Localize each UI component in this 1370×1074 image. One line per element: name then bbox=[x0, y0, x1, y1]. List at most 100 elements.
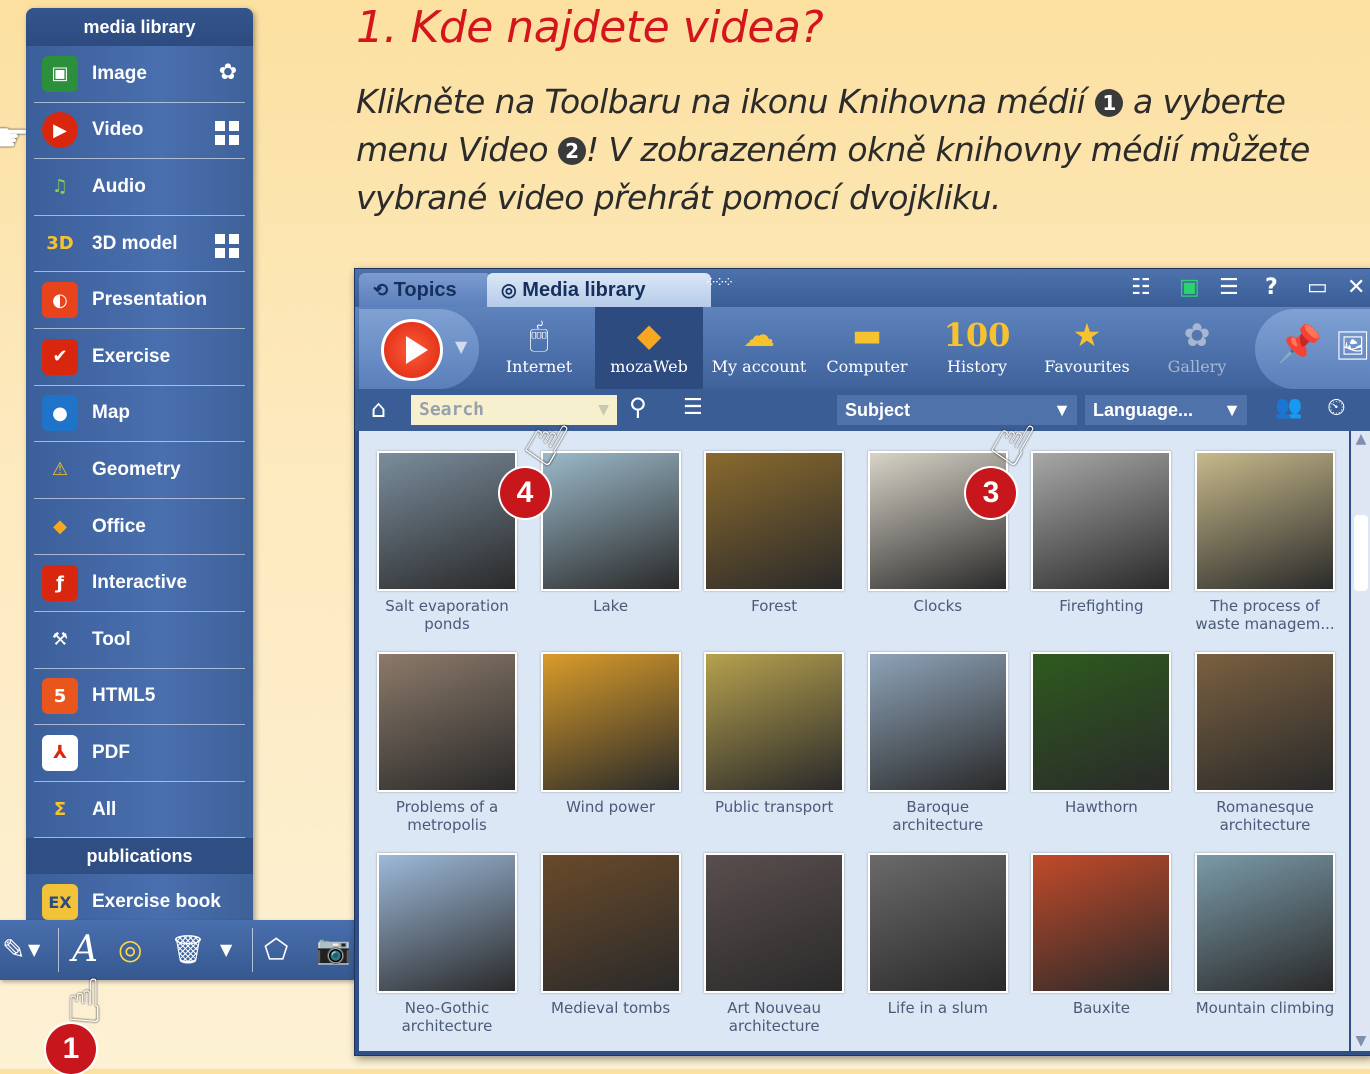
users-icon[interactable]: 👥 bbox=[1275, 395, 1302, 420]
menu-item-image[interactable]: ▣ Image ✿ bbox=[34, 46, 245, 103]
camera-icon[interactable]: 📷 bbox=[316, 930, 351, 970]
media-thumbnail[interactable] bbox=[377, 451, 517, 591]
tab-media-library[interactable]: ◎ Media library bbox=[487, 273, 711, 307]
trash-icon[interactable]: 🗑 bbox=[170, 930, 206, 970]
media-item[interactable]: Art Nouveau architecture bbox=[704, 853, 845, 1035]
gallery-icon[interactable]: ✿ bbox=[215, 60, 241, 86]
media-item[interactable]: Salt evaporation ponds bbox=[377, 451, 517, 633]
ribbon-gallery[interactable]: ✿ Gallery bbox=[1143, 307, 1251, 389]
media-caption: Wind power bbox=[566, 798, 655, 816]
media-thumbnail[interactable] bbox=[377, 853, 517, 993]
media-item[interactable]: Forest bbox=[704, 451, 845, 615]
menu-item-map[interactable]: ● Map bbox=[34, 386, 245, 443]
trash-dropdown-icon[interactable]: ▼ bbox=[220, 930, 232, 970]
menu-item-3d-model[interactable]: 3D 3D model bbox=[34, 216, 245, 273]
list-options-icon[interactable]: ☰ bbox=[683, 395, 703, 420]
close-icon[interactable]: ✕ bbox=[1347, 275, 1365, 300]
media-thumbnail[interactable] bbox=[867, 652, 1008, 792]
media-thumbnail[interactable] bbox=[377, 652, 517, 792]
ribbon-history[interactable]: 100 History bbox=[923, 307, 1031, 389]
timer-icon[interactable]: ⏲ bbox=[1327, 393, 1346, 421]
menu-item-html5[interactable]: 5 HTML5 bbox=[34, 669, 245, 726]
media-item[interactable]: Wind power bbox=[540, 652, 681, 816]
menu-item-presentation[interactable]: ◐ Presentation bbox=[34, 272, 245, 329]
search-icon[interactable]: ⚲ bbox=[629, 393, 647, 421]
pen-icon[interactable]: ✎ bbox=[2, 930, 25, 970]
language-select[interactable]: Language... ▼ bbox=[1085, 395, 1247, 425]
play-dropdown-icon[interactable]: ▼ bbox=[455, 337, 467, 356]
ribbon-favourites[interactable]: ★ Favourites bbox=[1033, 307, 1141, 389]
media-thumbnail[interactable] bbox=[540, 652, 681, 792]
media-item[interactable]: Neo-Gothic architecture bbox=[377, 853, 517, 1035]
media-item[interactable]: Firefighting bbox=[1031, 451, 1172, 615]
text-tool-icon[interactable]: A bbox=[72, 930, 98, 970]
page-title: 1. Kde najdete videa? bbox=[356, 2, 824, 53]
menu-item-label: Presentation bbox=[92, 289, 208, 311]
media-item[interactable]: Public transport bbox=[704, 652, 845, 816]
menu-item-office[interactable]: ◆ Office bbox=[34, 499, 245, 556]
search-dropdown-icon[interactable]: ▼ bbox=[598, 395, 609, 425]
media-thumbnail[interactable] bbox=[704, 652, 845, 792]
image-view-icon[interactable]: 🖼 bbox=[1335, 329, 1370, 362]
media-item[interactable]: Bauxite bbox=[1031, 853, 1172, 1017]
menu-item-label: Office bbox=[92, 515, 146, 537]
menu-item-label: Geometry bbox=[92, 458, 181, 480]
media-thumbnail[interactable] bbox=[540, 853, 681, 993]
media-thumbnail[interactable] bbox=[540, 451, 681, 591]
scroll-up-icon[interactable]: ▲ bbox=[1351, 431, 1370, 447]
window-restore-icon[interactable]: ▭ bbox=[1307, 275, 1328, 300]
menu-item-pdf[interactable]: ⅄ PDF bbox=[34, 725, 245, 782]
media-item[interactable]: Problems of a metropolis bbox=[377, 652, 517, 834]
scrollbar[interactable]: ▲ ▼ bbox=[1351, 431, 1370, 1051]
media-thumbnail[interactable] bbox=[1031, 853, 1172, 993]
list-view-icon[interactable]: ☷ bbox=[1131, 275, 1151, 300]
media-thumbnail[interactable] bbox=[867, 853, 1008, 993]
media-item[interactable]: Hawthorn bbox=[1031, 652, 1172, 816]
home-icon[interactable]: ⌂ bbox=[371, 395, 386, 423]
menu-item-tool[interactable]: ⚒ Tool bbox=[34, 612, 245, 669]
ribbon-internet[interactable]: 🖱 Internet bbox=[485, 307, 593, 389]
menu-item-audio[interactable]: ♫ Audio bbox=[34, 159, 245, 216]
menu-item-geometry[interactable]: ⚠ Geometry bbox=[34, 442, 245, 499]
draw-shape-icon[interactable]: ⬠ bbox=[264, 930, 288, 970]
media-item[interactable]: The process of waste managem... bbox=[1195, 451, 1335, 633]
menu-item-all[interactable]: Σ All bbox=[34, 782, 245, 839]
scroll-down-icon[interactable]: ▼ bbox=[1351, 1033, 1370, 1049]
media-library-icon[interactable]: ◎ bbox=[118, 930, 142, 970]
detail-list-icon[interactable]: ☰ bbox=[1219, 275, 1239, 300]
search-input[interactable]: Search ▼ bbox=[411, 395, 617, 425]
green-square-icon[interactable]: ▣ bbox=[1179, 275, 1200, 300]
media-thumbnail[interactable] bbox=[1195, 853, 1335, 993]
hand-cursor-icon: ☝ bbox=[66, 967, 103, 1037]
media-item[interactable]: Romanesque architecture bbox=[1195, 652, 1335, 834]
media-thumbnail[interactable] bbox=[1195, 451, 1335, 591]
media-thumbnail[interactable] bbox=[704, 451, 845, 591]
menu-item-video[interactable]: ▶ Video bbox=[34, 103, 245, 160]
menu-item-exercise[interactable]: ✔ Exercise bbox=[34, 329, 245, 386]
media-item[interactable]: Baroque architecture bbox=[867, 652, 1008, 834]
grid-view-icon[interactable] bbox=[215, 233, 239, 258]
media-thumbnail[interactable] bbox=[704, 853, 845, 993]
ribbon-my-account[interactable]: ☁ My account bbox=[705, 307, 813, 389]
media-thumbnail[interactable] bbox=[1031, 451, 1172, 591]
media-item[interactable]: Lake bbox=[540, 451, 681, 615]
grid-view-icon[interactable] bbox=[215, 120, 239, 145]
menu-item-label: 3D model bbox=[92, 232, 178, 254]
ribbon-label: Computer bbox=[826, 357, 908, 376]
help-icon[interactable]: ? bbox=[1265, 275, 1278, 300]
ribbon-computer[interactable]: ▬ Computer bbox=[813, 307, 921, 389]
tab-topics[interactable]: ⟲ Topics bbox=[359, 273, 491, 307]
pin-button[interactable]: 📌 🖼 bbox=[1255, 309, 1370, 389]
media-thumbnail[interactable] bbox=[1031, 652, 1172, 792]
dots-grid-icon[interactable]: ⁘⁘⁘ bbox=[705, 275, 734, 291]
media-thumbnail[interactable] bbox=[1195, 652, 1335, 792]
pen-dropdown-icon[interactable]: ▼ bbox=[28, 930, 40, 970]
media-item[interactable]: Mountain climbing bbox=[1195, 853, 1335, 1017]
media-item[interactable]: Medieval tombs bbox=[540, 853, 681, 1017]
ribbon-mozaweb[interactable]: ◆ mozaWeb bbox=[595, 307, 703, 389]
scroll-thumb[interactable] bbox=[1354, 515, 1368, 591]
source-ribbon: ▼ 🖱 Internet ◆ mozaWeb ☁ My account ▬ Co… bbox=[355, 307, 1370, 389]
play-button[interactable]: ▼ bbox=[359, 309, 479, 389]
media-item[interactable]: Life in a slum bbox=[867, 853, 1008, 1017]
menu-item-interactive[interactable]: ƒ Interactive bbox=[34, 555, 245, 612]
